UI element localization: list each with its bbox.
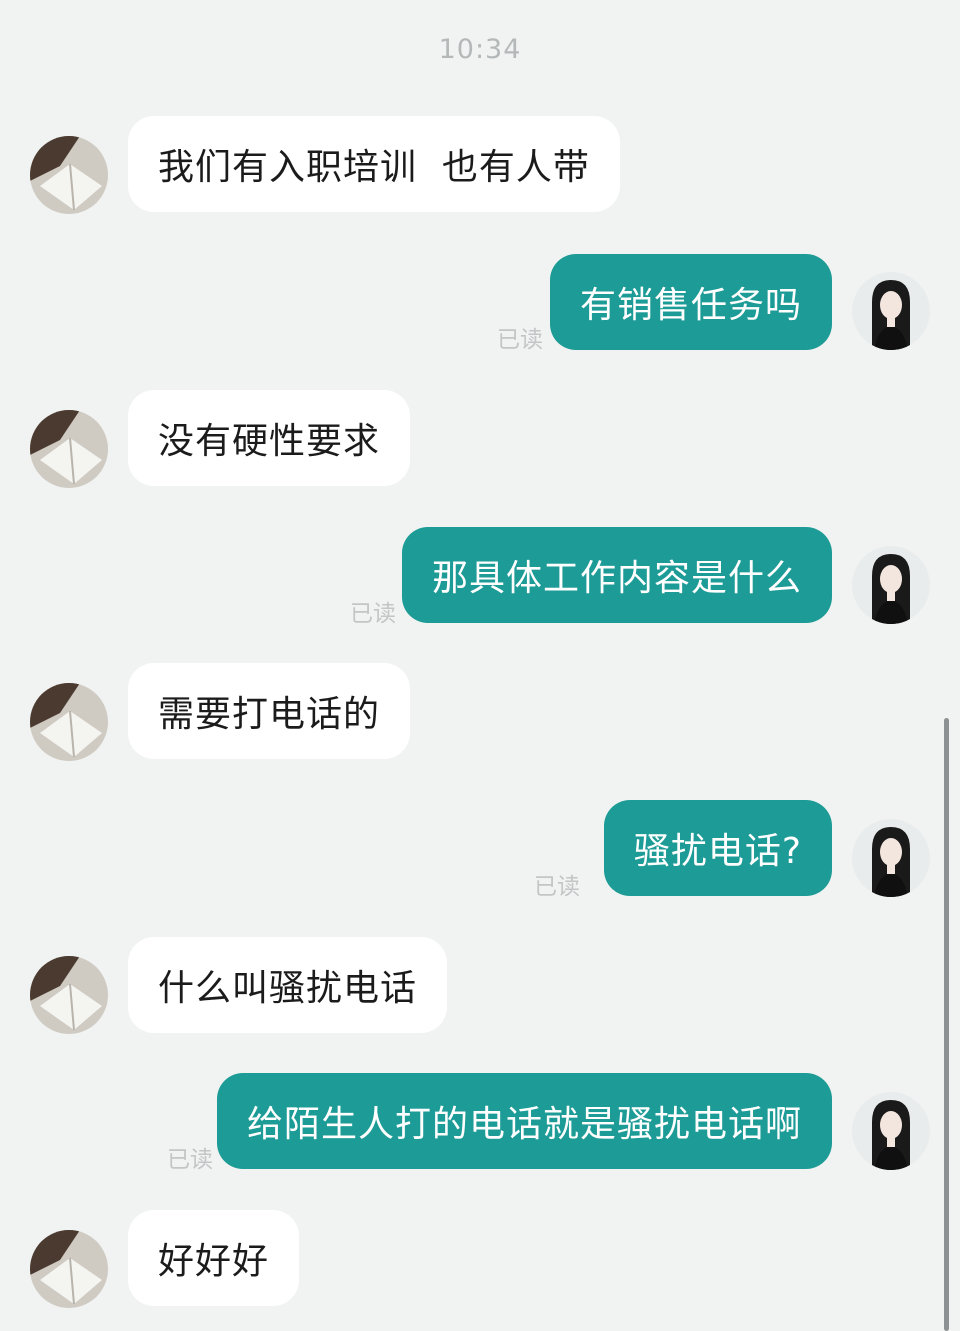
contact-avatar[interactable] bbox=[30, 1230, 108, 1308]
read-status: 已读 bbox=[350, 601, 396, 627]
woman-avatar-icon bbox=[852, 1092, 930, 1170]
message-text: 有销售任务吗 bbox=[579, 285, 802, 326]
contact-avatar[interactable] bbox=[30, 136, 108, 214]
user-avatar[interactable] bbox=[852, 1092, 930, 1170]
user-avatar[interactable] bbox=[852, 546, 930, 624]
message-text: 什么叫骚扰电话 bbox=[158, 968, 418, 1009]
book-avatar-icon bbox=[30, 956, 108, 1034]
message-text: 那具体工作内容是什么 bbox=[431, 558, 802, 599]
user-avatar[interactable] bbox=[852, 819, 930, 897]
book-avatar-icon bbox=[30, 410, 108, 488]
message-bubble-incoming[interactable]: 好好好 bbox=[128, 1210, 300, 1306]
message-text: 没有硬性要求 bbox=[158, 421, 381, 462]
message-bubble-outgoing[interactable]: 给陌生人打的电话就是骚扰电话啊 bbox=[216, 1073, 832, 1169]
read-status: 已读 bbox=[497, 327, 543, 353]
message-bubble-incoming[interactable]: 需要打电话的 bbox=[128, 663, 411, 759]
timestamp: 10:34 bbox=[438, 34, 522, 65]
contact-avatar[interactable] bbox=[30, 410, 108, 488]
book-avatar-icon bbox=[30, 1230, 108, 1308]
message-bubble-outgoing[interactable]: 有销售任务吗 bbox=[549, 254, 832, 350]
woman-avatar-icon bbox=[852, 272, 930, 350]
message-bubble-incoming[interactable]: 我们有入职培训 也有人带 bbox=[128, 116, 620, 212]
message-text: 好好好 bbox=[158, 1241, 270, 1282]
book-avatar-icon bbox=[30, 136, 108, 214]
message-text: 我们有入职培训 也有人带 bbox=[158, 147, 590, 188]
contact-avatar[interactable] bbox=[30, 683, 108, 761]
scrollbar[interactable] bbox=[944, 718, 949, 1331]
woman-avatar-icon bbox=[852, 819, 930, 897]
message-bubble-outgoing[interactable]: 骚扰电话? bbox=[603, 800, 832, 896]
user-avatar[interactable] bbox=[852, 272, 930, 350]
contact-avatar[interactable] bbox=[30, 956, 108, 1034]
read-status: 已读 bbox=[534, 874, 580, 900]
message-bubble-incoming[interactable]: 没有硬性要求 bbox=[128, 390, 411, 486]
message-bubble-outgoing[interactable]: 那具体工作内容是什么 bbox=[401, 527, 832, 623]
message-text: 需要打电话的 bbox=[158, 694, 381, 735]
read-status: 已读 bbox=[167, 1147, 213, 1173]
woman-avatar-icon bbox=[852, 546, 930, 624]
message-text: 给陌生人打的电话就是骚扰电话啊 bbox=[246, 1104, 802, 1145]
message-bubble-incoming[interactable]: 什么叫骚扰电话 bbox=[128, 937, 448, 1033]
message-text: 骚扰电话? bbox=[633, 831, 802, 872]
book-avatar-icon bbox=[30, 683, 108, 761]
